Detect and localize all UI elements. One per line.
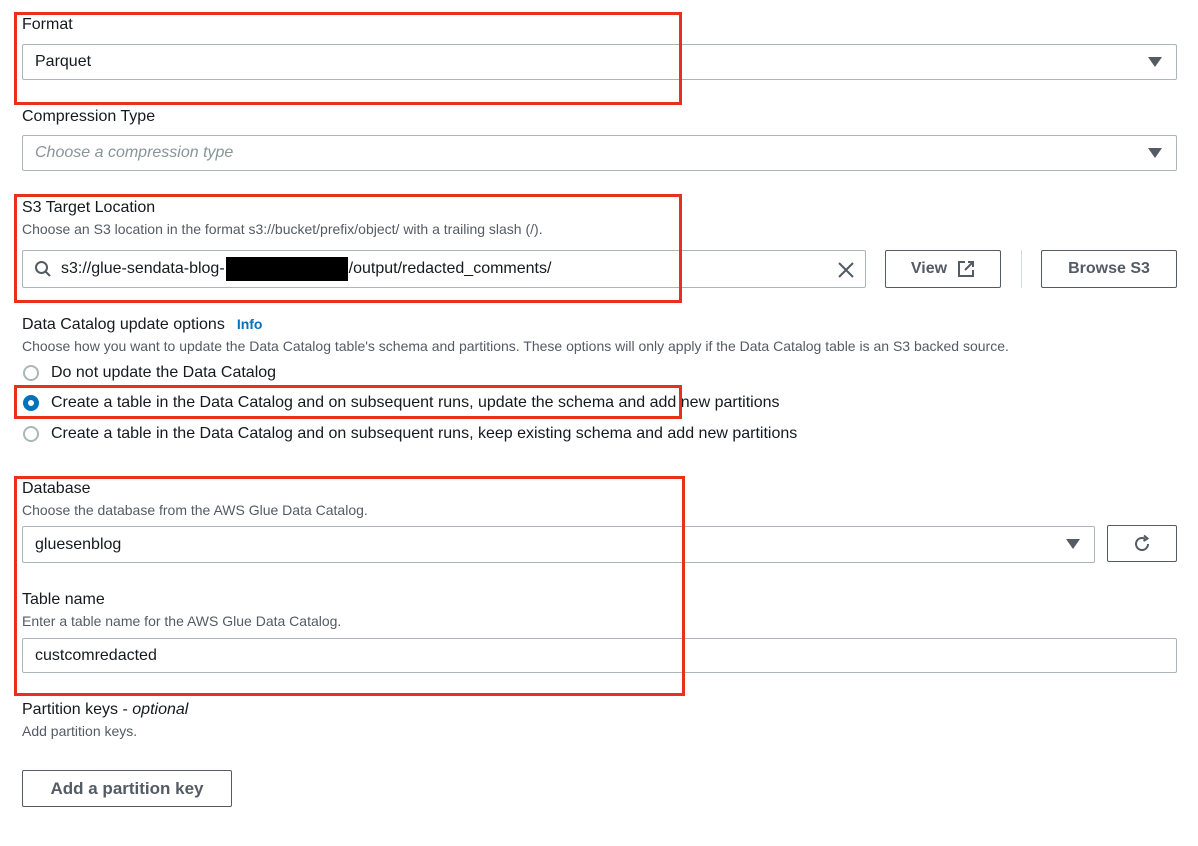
s3-path-prefix: s3://glue-sendata-blog- bbox=[61, 260, 225, 278]
catalog-update-title: Data Catalog update options bbox=[22, 316, 225, 333]
database-label: Database bbox=[22, 480, 91, 497]
add-partition-key-button[interactable]: Add a partition key bbox=[22, 770, 232, 807]
table-name-input[interactable]: custcomredacted bbox=[22, 638, 1177, 673]
radio-keep-schema[interactable] bbox=[23, 426, 39, 442]
compression-placeholder: Choose a compression type bbox=[35, 144, 234, 161]
radio-keep-schema-label: Create a table in the Data Catalog and o… bbox=[51, 425, 798, 442]
s3-path-value: s3://glue-sendata-blog- /output/redacted_… bbox=[52, 257, 551, 281]
view-label: View bbox=[910, 260, 948, 277]
partition-keys-label: Partition keys - optional bbox=[22, 701, 188, 719]
info-link[interactable]: Info bbox=[237, 316, 263, 332]
partition-keys-description: Add partition keys. bbox=[22, 723, 138, 739]
radio-update-schema[interactable] bbox=[23, 395, 39, 411]
s3-path-input[interactable]: s3://glue-sendata-blog- /output/redacted_… bbox=[22, 250, 866, 288]
search-icon bbox=[35, 261, 51, 277]
s3-target-description: Choose an S3 location in the format s3:/… bbox=[22, 221, 543, 237]
divider bbox=[1021, 250, 1022, 288]
partition-keys-title: Partition keys - bbox=[22, 701, 133, 718]
catalog-update-label: Data Catalog update options Info bbox=[22, 316, 262, 334]
s3-path-suffix: /output/redacted_comments/ bbox=[348, 260, 552, 278]
table-name-description: Enter a table name for the AWS Glue Data… bbox=[22, 613, 342, 629]
external-link-icon bbox=[958, 261, 975, 277]
table-name-value: custcomredacted bbox=[35, 646, 157, 664]
browse-s3-button[interactable]: Browse S3 bbox=[1041, 250, 1177, 288]
caret-down-icon bbox=[1148, 148, 1162, 158]
refresh-icon bbox=[1135, 534, 1150, 551]
compression-select[interactable]: Choose a compression type bbox=[22, 135, 1177, 171]
database-value: gluesenblog bbox=[35, 535, 122, 553]
s3-target-label: S3 Target Location bbox=[22, 199, 156, 216]
compression-label: Compression Type bbox=[22, 108, 156, 125]
radio-update-schema-label: Create a table in the Data Catalog and o… bbox=[51, 394, 780, 411]
clear-icon[interactable] bbox=[837, 261, 855, 279]
radio-no-update-label: Do not update the Data Catalog bbox=[51, 364, 277, 381]
format-label: Format bbox=[22, 16, 73, 33]
catalog-update-description: Choose how you want to update the Data C… bbox=[22, 338, 1009, 354]
caret-down-icon bbox=[1148, 57, 1162, 67]
format-value: Parquet bbox=[35, 53, 92, 70]
database-select[interactable]: gluesenblog bbox=[22, 526, 1095, 563]
refresh-button[interactable] bbox=[1107, 525, 1177, 562]
radio-no-update[interactable] bbox=[23, 365, 39, 381]
redacted-block bbox=[225, 257, 348, 281]
table-name-label: Table name bbox=[22, 591, 105, 608]
database-description: Choose the database from the AWS Glue Da… bbox=[22, 502, 368, 518]
view-button[interactable]: View bbox=[885, 250, 1001, 288]
caret-down-icon bbox=[1066, 539, 1080, 549]
partition-keys-optional: optional bbox=[132, 701, 189, 718]
format-select[interactable]: Parquet bbox=[22, 44, 1177, 80]
